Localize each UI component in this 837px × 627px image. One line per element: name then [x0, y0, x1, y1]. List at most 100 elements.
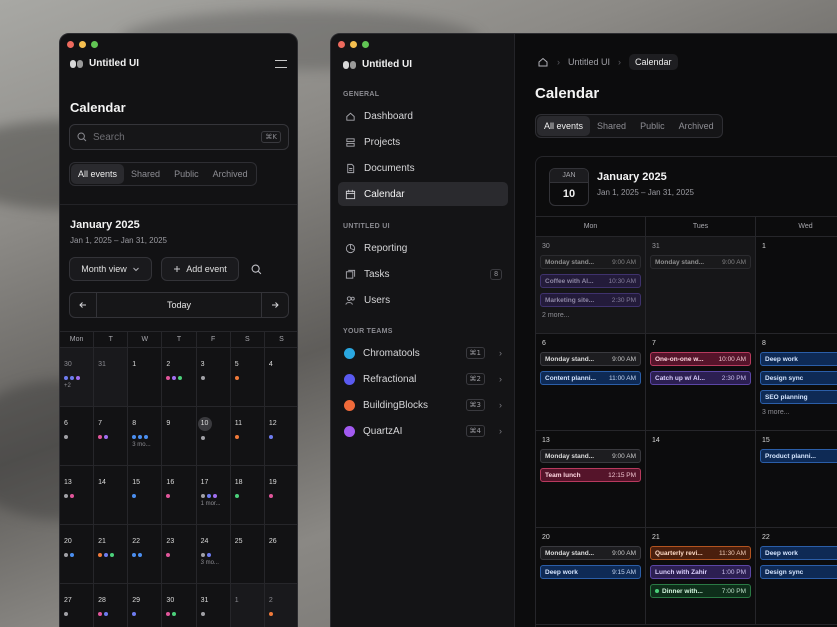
month-day-cell[interactable]: 17 1 mor... — [197, 466, 231, 524]
minimize-window-button[interactable] — [79, 41, 86, 48]
sidebar-item-calendar[interactable]: Calendar — [338, 182, 508, 206]
calendar-day-cell[interactable]: 20 Monday stand... 9:00 AM Deep work 9:15 AM — [536, 528, 646, 625]
month-day-cell[interactable]: 1 — [128, 348, 163, 406]
calendar-day-cell[interactable]: 6 Monday stand... 9:00 AM Content planni...… — [536, 334, 646, 431]
month-day-cell[interactable]: 8 3 mo... — [128, 407, 163, 465]
more-events-link[interactable]: 1 mor... — [201, 501, 226, 507]
month-day-cell[interactable]: 19 — [265, 466, 297, 524]
month-day-cell[interactable]: 5 — [231, 348, 265, 406]
calendar-event[interactable]: SEO planning1:3 — [760, 390, 837, 404]
hamburger-menu-icon[interactable] — [275, 59, 287, 68]
brand-logo[interactable]: Untitled UI — [343, 59, 412, 70]
month-day-cell[interactable]: 16 — [162, 466, 197, 524]
month-day-cell[interactable]: 9 — [162, 407, 197, 465]
month-day-cell[interactable]: 30 +2 — [60, 348, 95, 406]
brand-logo[interactable]: Untitled UI — [70, 58, 139, 69]
sidebar-item-dashboard[interactable]: Dashboard — [338, 104, 508, 128]
month-day-cell[interactable]: 29 — [128, 584, 163, 627]
month-day-cell[interactable]: 20 — [60, 525, 95, 583]
calendar-day-cell[interactable]: 8 Deep work9:0 Design sync10: SEO planning1… — [756, 334, 837, 431]
previous-month-button[interactable] — [70, 293, 97, 317]
tab-shared[interactable]: Shared — [590, 116, 633, 136]
add-event-button[interactable]: Add event — [161, 257, 239, 281]
month-day-cell[interactable]: 6 — [60, 407, 95, 465]
breadcrumb-item[interactable]: Untitled UI — [568, 57, 610, 67]
calendar-event[interactable]: Design sync10: — [760, 565, 837, 579]
month-day-cell[interactable]: 11 — [231, 407, 265, 465]
month-day-cell[interactable]: 25 — [231, 525, 265, 583]
sidebar-team-chromatools[interactable]: Chromatools ⌘1 › — [338, 341, 508, 365]
breadcrumb-current[interactable]: Calendar — [629, 54, 678, 70]
calendar-event[interactable]: Content planni... 11:00 AM — [540, 371, 641, 385]
search-box[interactable]: ⌘K — [69, 124, 289, 150]
month-day-cell[interactable]: 15 — [128, 466, 163, 524]
sidebar-team-buildingblocks[interactable]: BuildingBlocks ⌘3 › — [338, 393, 508, 417]
tab-shared[interactable]: Shared — [124, 164, 167, 184]
calendar-day-cell[interactable]: 30 Monday stand... 9:00 AM Coffee with Al..… — [536, 237, 646, 334]
month-day-cell[interactable]: 21 — [94, 525, 129, 583]
minimize-window-button[interactable] — [350, 41, 357, 48]
calendar-event[interactable]: Product planni...9:3 — [760, 449, 837, 463]
next-month-button[interactable] — [261, 293, 288, 317]
calendar-event[interactable]: Monday stand... 9:00 AM — [650, 255, 751, 269]
tab-all-events[interactable]: All events — [537, 116, 591, 136]
month-day-cell[interactable]: 31 — [197, 584, 231, 627]
more-events-link[interactable]: 3 mo... — [132, 442, 157, 448]
calendar-event[interactable]: Lunch with Zahir 1:00 PM — [650, 565, 751, 579]
month-day-cell[interactable]: 1 — [230, 584, 265, 627]
month-day-cell[interactable]: 2 — [264, 584, 297, 627]
month-day-cell[interactable]: 3 — [197, 348, 231, 406]
calendar-event[interactable]: Monday stand... 9:00 AM — [540, 352, 641, 366]
month-day-cell[interactable]: 26 — [265, 525, 297, 583]
calendar-event[interactable]: Deep work9:0 — [760, 352, 837, 366]
sidebar-team-refractional[interactable]: Refractional ⌘2 › — [338, 367, 508, 391]
tab-all-events[interactable]: All events — [71, 164, 125, 184]
calendar-event[interactable]: Coffee with Al... 10:30 AM — [540, 274, 641, 288]
maximize-window-button[interactable] — [362, 41, 369, 48]
calendar-event[interactable]: Catch up w/ Al... 2:30 PM — [650, 371, 751, 385]
month-day-cell[interactable]: 14 — [94, 466, 129, 524]
search-events-button[interactable] — [249, 262, 263, 276]
calendar-event[interactable]: One-on-one w... 10:00 AM — [650, 352, 751, 366]
calendar-event[interactable]: Dinner with... 7:00 PM — [650, 584, 751, 598]
calendar-event[interactable]: Monday stand... 9:00 AM — [540, 449, 641, 463]
month-day-cell[interactable]: 12 — [265, 407, 297, 465]
month-day-cell[interactable]: 7 — [94, 407, 129, 465]
more-events-link[interactable]: 2 more... — [540, 312, 641, 319]
calendar-day-cell[interactable]: 13 Monday stand... 9:00 AM Team lunch 12:15 … — [536, 431, 646, 528]
close-window-button[interactable] — [338, 41, 345, 48]
sidebar-item-reporting[interactable]: Reporting — [338, 236, 508, 260]
month-day-cell[interactable]: 13 — [60, 466, 95, 524]
calendar-event[interactable]: Deep work 9:15 AM — [540, 565, 641, 579]
month-day-cell[interactable]: 22 — [128, 525, 163, 583]
sidebar-team-quartzai[interactable]: QuartzAI ⌘4 › — [338, 419, 508, 443]
tab-public[interactable]: Public — [633, 116, 672, 136]
month-day-cell[interactable]: 10 — [197, 407, 231, 465]
calendar-day-cell[interactable]: 15 Product planni...9:3 — [756, 431, 837, 528]
month-day-cell[interactable]: 24 3 mo... — [197, 525, 231, 583]
view-select-button[interactable]: Month view — [69, 257, 152, 281]
calendar-event[interactable]: Quarterly revi... 11:30 AM — [650, 546, 751, 560]
maximize-window-button[interactable] — [91, 41, 98, 48]
calendar-event[interactable]: Monday stand... 9:00 AM — [540, 255, 641, 269]
more-events-link[interactable]: 3 mo... — [201, 560, 226, 566]
tab-public[interactable]: Public — [167, 164, 206, 184]
calendar-event[interactable]: Deep work9:0 — [760, 546, 837, 560]
close-window-button[interactable] — [67, 41, 74, 48]
calendar-event[interactable]: Team lunch 12:15 PM — [540, 468, 641, 482]
sidebar-item-tasks[interactable]: Tasks 8 — [338, 262, 508, 286]
month-day-cell[interactable]: 4 — [265, 348, 297, 406]
calendar-day-cell[interactable]: 7 One-on-one w... 10:00 AM Catch up w/ Al..… — [646, 334, 756, 431]
month-day-cell[interactable]: 30 — [162, 584, 197, 627]
month-day-cell[interactable]: 2 — [162, 348, 197, 406]
sidebar-item-users[interactable]: Users — [338, 288, 508, 312]
month-day-cell[interactable]: 18 — [231, 466, 265, 524]
month-day-cell[interactable]: 31 — [94, 348, 129, 406]
calendar-event[interactable]: Design sync10: — [760, 371, 837, 385]
calendar-day-cell[interactable]: 31 Monday stand... 9:00 AM — [646, 237, 756, 334]
search-input[interactable] — [93, 131, 256, 143]
tab-archived[interactable]: Archived — [672, 116, 721, 136]
more-events-link[interactable]: +2 — [64, 383, 89, 389]
month-day-cell[interactable]: 28 — [94, 584, 129, 627]
sidebar-item-documents[interactable]: Documents — [338, 156, 508, 180]
